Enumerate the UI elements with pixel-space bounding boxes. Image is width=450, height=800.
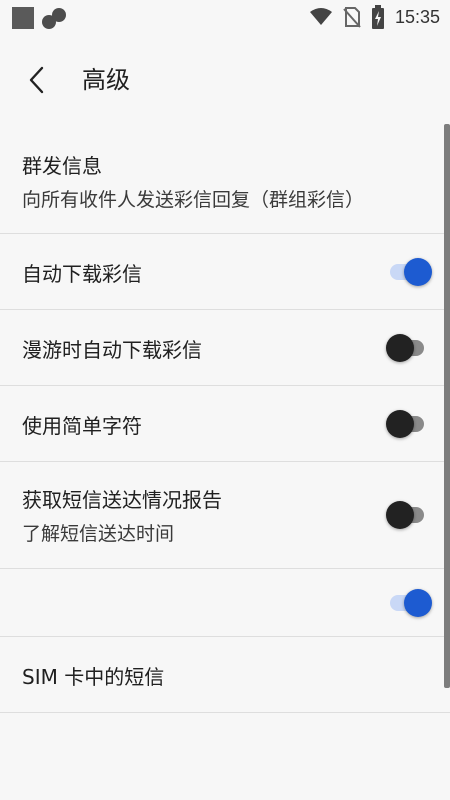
unlabeled-toggle[interactable]	[390, 589, 432, 617]
wifi-icon	[309, 8, 332, 25]
setting-roaming-auto-download[interactable]: 漫游时自动下载彩信	[0, 310, 450, 386]
setting-title: 群发信息	[22, 154, 102, 178]
back-arrow-icon[interactable]	[22, 64, 54, 96]
app-bar: 高级	[0, 36, 450, 124]
setting-group-messaging[interactable]: 群发信息 向所有收件人发送彩信回复（群组彩信）	[0, 124, 450, 234]
settings-list: 群发信息 向所有收件人发送彩信回复（群组彩信） 自动下载彩信 漫游时自动下载彩信…	[0, 124, 450, 713]
setting-delivery-reports[interactable]: 获取短信送达情况报告 了解短信送达时间	[0, 462, 450, 569]
setting-title: SIM 卡中的短信	[22, 665, 165, 689]
page-title: 高级	[82, 66, 130, 94]
clock: 15:35	[394, 6, 440, 27]
roaming-download-toggle[interactable]	[386, 334, 424, 362]
setting-title: 自动下载彩信	[22, 262, 142, 286]
setting-unlabeled[interactable]	[0, 569, 450, 637]
simple-characters-toggle[interactable]	[386, 410, 424, 438]
battery-charging-icon	[371, 5, 384, 29]
setting-simple-characters[interactable]: 使用简单字符	[0, 386, 450, 462]
auto-download-toggle[interactable]	[390, 258, 432, 286]
status-bar: 15:35	[0, 0, 450, 36]
setting-subtitle: 了解短信送达时间	[22, 523, 175, 545]
setting-auto-download-mms[interactable]: 自动下载彩信	[0, 234, 450, 310]
notification-square-icon	[12, 7, 34, 29]
setting-subtitle: 向所有收件人发送彩信回复（群组彩信）	[22, 189, 365, 211]
delivery-reports-toggle[interactable]	[386, 501, 424, 529]
notification-dots-icon	[42, 6, 68, 30]
setting-sim-messages[interactable]: SIM 卡中的短信	[0, 637, 450, 713]
scrollbar[interactable]	[444, 124, 450, 688]
no-sim-icon	[343, 7, 361, 28]
setting-title: 获取短信送达情况报告	[22, 488, 222, 512]
